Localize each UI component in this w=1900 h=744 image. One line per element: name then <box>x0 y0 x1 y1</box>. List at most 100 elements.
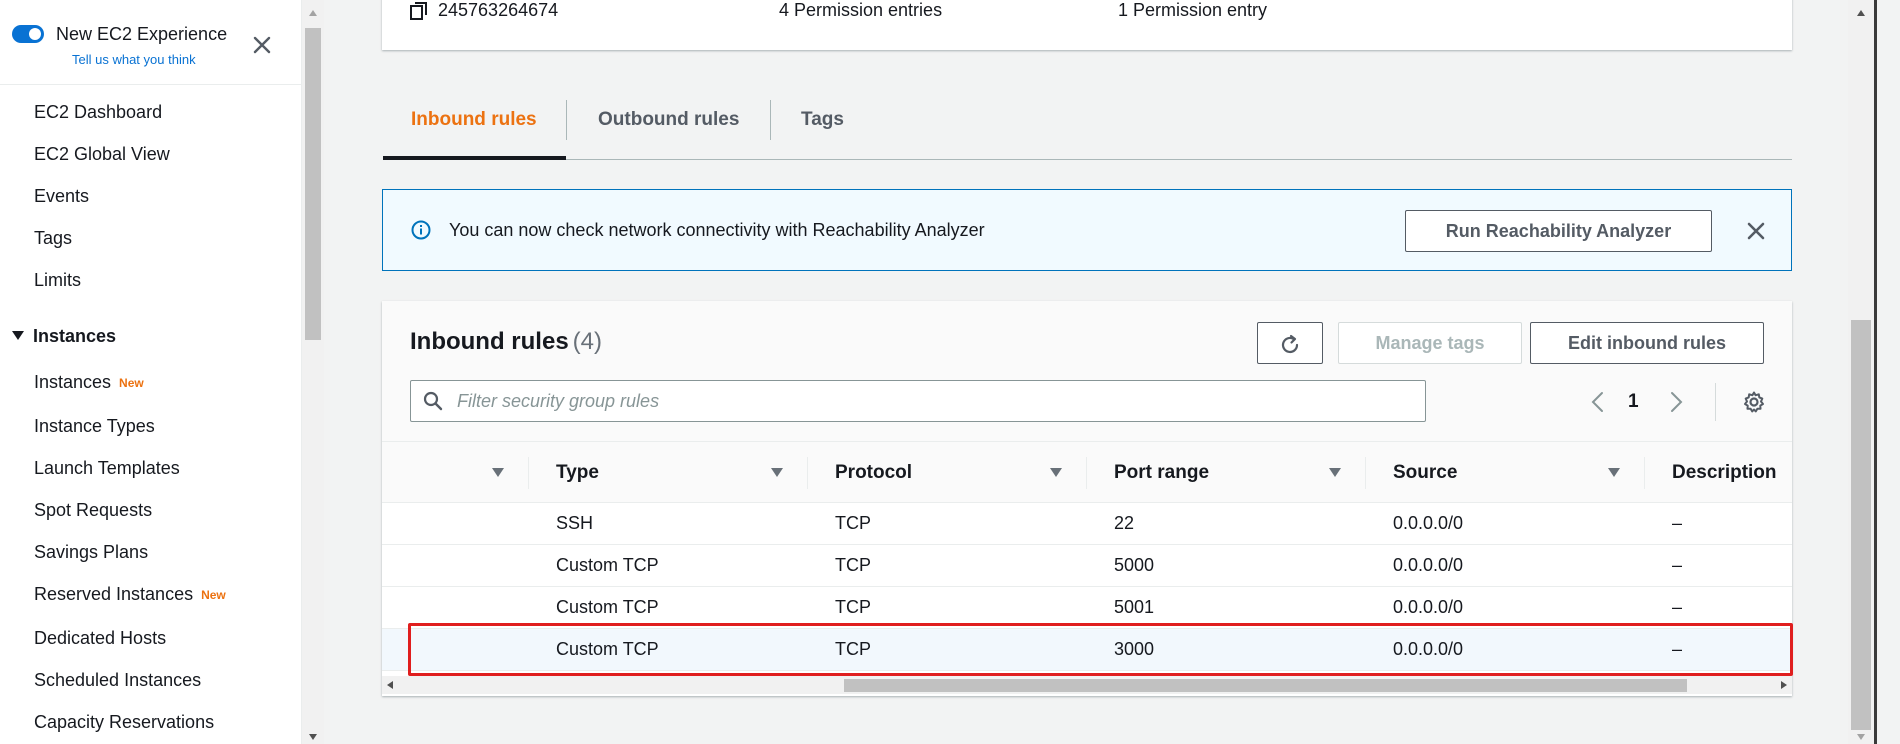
sort-icon[interactable] <box>492 468 504 477</box>
column-header-description[interactable]: Description <box>1644 442 1792 503</box>
new-experience-toggle[interactable] <box>12 25 44 43</box>
sidebar-item-limits[interactable]: Limits <box>34 270 81 291</box>
security-group-details-card: 245763264674 4 Permission entries 1 Perm… <box>382 0 1792 50</box>
tabs: Inbound rules Outbound rules Tags <box>383 100 1792 160</box>
outbound-permission-count: 1 Permission entry <box>1118 0 1268 20</box>
inbound-permission-count: 4 Permission entries <box>779 0 943 20</box>
column-header-label: Source <box>1393 462 1458 483</box>
tab-inbound-rules[interactable]: Inbound rules <box>411 109 537 131</box>
row-select-cell[interactable] <box>382 502 528 545</box>
filter-box[interactable] <box>410 380 1426 422</box>
table-horizontal-scrollbar[interactable] <box>382 676 1792 694</box>
column-header-label: Description <box>1672 462 1777 483</box>
sidebar-item-launch-templates[interactable]: Launch Templates <box>34 458 180 479</box>
cell-description: – <box>1644 586 1792 629</box>
sidebar-item-dedicated-hosts[interactable]: Dedicated Hosts <box>34 628 166 649</box>
cell-protocol: TCP <box>807 502 1086 545</box>
rules-count: (4) <box>572 328 603 355</box>
dismiss-alert-icon[interactable] <box>1741 216 1771 246</box>
sidebar-item-events[interactable]: Events <box>34 186 89 207</box>
reachability-info-alert: You can now check network connectivity w… <box>382 189 1792 271</box>
close-icon[interactable] <box>247 30 277 60</box>
sidebar-item-tags[interactable]: Tags <box>34 228 72 249</box>
manage-tags-button[interactable]: Manage tags <box>1338 322 1522 364</box>
new-experience-banner: New EC2 Experience Tell us what you thin… <box>12 22 282 70</box>
new-badge: New <box>201 588 226 602</box>
sidebar-item-label: Instances <box>34 372 112 392</box>
cell-protocol: TCP <box>807 586 1086 629</box>
sidebar-item-label: Reserved Instances <box>34 584 194 604</box>
sidebar-item-scheduled-instances[interactable]: Scheduled Instances <box>34 670 201 691</box>
sidebar-item-ec2-global-view[interactable]: EC2 Global View <box>34 144 170 165</box>
scrollbar-thumb[interactable] <box>305 28 321 340</box>
active-tab-indicator <box>383 156 566 160</box>
filter-input[interactable] <box>457 388 1397 414</box>
tab-outbound-rules[interactable]: Outbound rules <box>598 109 739 131</box>
cell-description: – <box>1644 502 1792 545</box>
sidebar-item-instance-types[interactable]: Instance Types <box>34 416 155 437</box>
feedback-link[interactable]: Tell us what you think <box>72 52 196 67</box>
row-select-cell[interactable] <box>382 544 528 587</box>
tab-tags[interactable]: Tags <box>801 109 844 131</box>
pager-divider <box>1715 383 1716 421</box>
column-header-type[interactable]: Type <box>528 442 807 503</box>
sidebar-section-label: Instances <box>33 326 117 346</box>
panel-header: Inbound rules (4) Manage tags Edit inboun… <box>382 301 1792 442</box>
column-header-label: Protocol <box>835 462 913 483</box>
sidebar-item-savings-plans[interactable]: Savings Plans <box>34 542 148 563</box>
tab-divider <box>566 100 567 140</box>
scroll-up-arrow-icon[interactable] <box>1857 10 1865 16</box>
column-header-port-range[interactable]: Port range <box>1086 442 1365 503</box>
table-row[interactable]: Custom TCP TCP 5000 0.0.0.0/0 – <box>382 544 1792 587</box>
cell-source: 0.0.0.0/0 <box>1365 544 1644 587</box>
edit-inbound-rules-button[interactable]: Edit inbound rules <box>1530 322 1764 364</box>
column-divider[interactable] <box>807 457 808 489</box>
copy-icon[interactable] <box>410 2 428 20</box>
gear-icon[interactable] <box>1742 390 1766 414</box>
scroll-down-arrow-icon[interactable] <box>309 734 317 740</box>
sidebar-item-spot-requests[interactable]: Spot Requests <box>34 500 152 521</box>
column-header-source[interactable]: Source <box>1365 442 1644 503</box>
chevron-left-icon[interactable] <box>1587 389 1609 415</box>
caret-down-icon <box>12 331 24 340</box>
column-divider[interactable] <box>1365 457 1366 489</box>
page-number[interactable]: 1 <box>1628 391 1639 413</box>
new-badge: New <box>119 376 144 390</box>
scroll-up-arrow-icon[interactable] <box>309 10 317 16</box>
scrollbar-thumb[interactable] <box>844 679 1687 692</box>
column-header-select[interactable] <box>382 442 528 503</box>
refresh-button[interactable] <box>1257 322 1323 364</box>
column-divider[interactable] <box>1644 457 1645 489</box>
search-icon <box>423 391 443 411</box>
sidebar-section-instances[interactable]: Instances <box>12 326 116 347</box>
column-divider[interactable] <box>1086 457 1087 489</box>
table-row[interactable]: Custom TCP TCP 5001 0.0.0.0/0 – <box>382 586 1792 629</box>
sidebar-item-capacity-reservations[interactable]: Capacity Reservations <box>34 712 214 733</box>
table-row[interactable]: SSH TCP 22 0.0.0.0/0 – <box>382 502 1792 545</box>
owner-account-id: 245763264674 <box>438 0 559 20</box>
scroll-left-arrow-icon[interactable] <box>387 681 393 689</box>
sidebar-scrollbar[interactable] <box>302 0 324 744</box>
scroll-down-arrow-icon[interactable] <box>1857 734 1865 740</box>
chevron-right-icon[interactable] <box>1665 389 1687 415</box>
new-experience-title: New EC2 Experience <box>56 24 228 44</box>
cell-type: Custom TCP <box>528 586 807 629</box>
cell-source: 0.0.0.0/0 <box>1365 502 1644 545</box>
sort-icon[interactable] <box>1329 468 1341 477</box>
toggle-knob <box>29 28 41 40</box>
scroll-right-arrow-icon[interactable] <box>1781 681 1787 689</box>
column-divider[interactable] <box>528 457 529 489</box>
sort-icon[interactable] <box>771 468 783 477</box>
row-select-cell[interactable] <box>382 586 528 629</box>
sort-icon[interactable] <box>1608 468 1620 477</box>
sort-icon[interactable] <box>1050 468 1062 477</box>
sidebar-item-ec2-dashboard[interactable]: EC2 Dashboard <box>34 102 162 123</box>
sidebar-item-instances[interactable]: Instances New <box>34 372 144 393</box>
main-scrollbar[interactable] <box>1848 0 1874 744</box>
tab-divider <box>770 100 771 140</box>
run-reachability-analyzer-button[interactable]: Run Reachability Analyzer <box>1405 210 1712 252</box>
sidebar-item-reserved-instances[interactable]: Reserved Instances New <box>34 584 226 605</box>
column-header-protocol[interactable]: Protocol <box>807 442 1086 503</box>
scrollbar-thumb[interactable] <box>1851 320 1871 730</box>
highlight-box <box>408 623 1793 676</box>
